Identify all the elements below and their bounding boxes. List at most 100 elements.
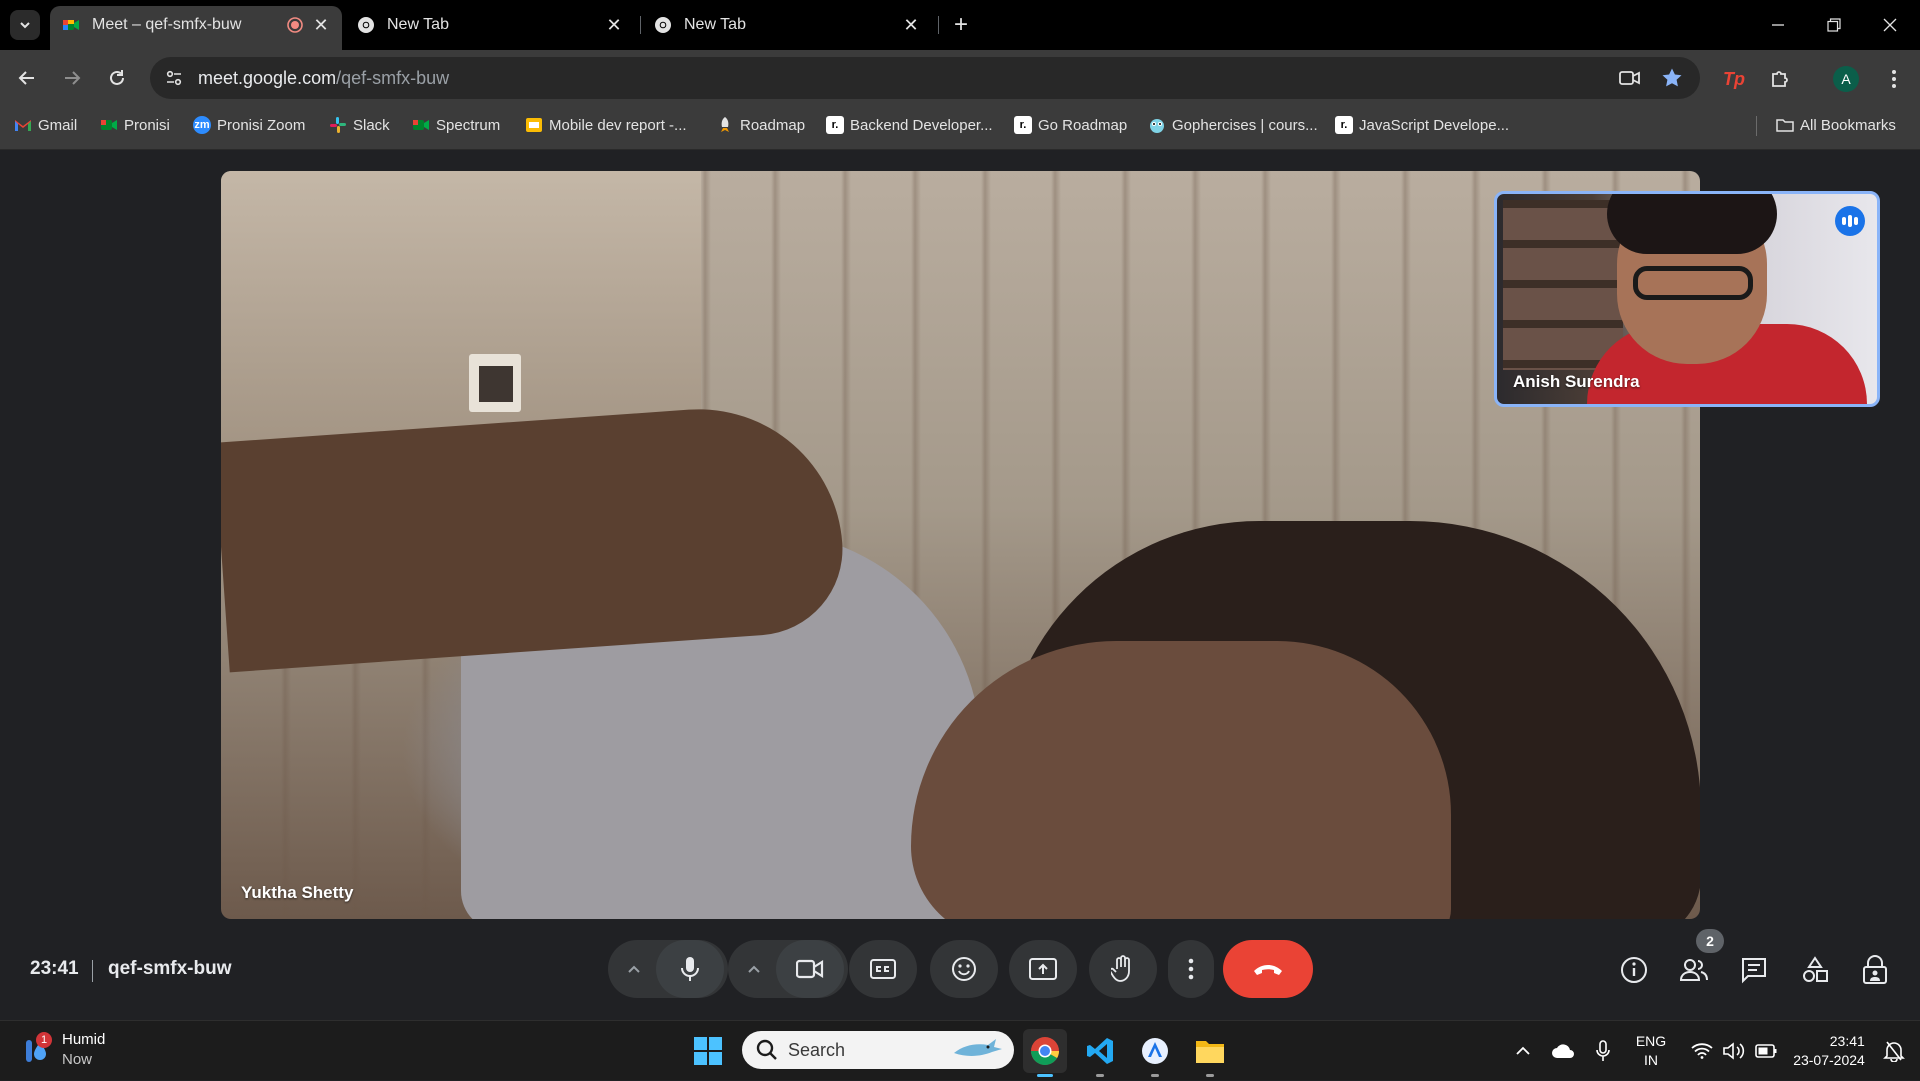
closed-captions-icon [870, 959, 896, 979]
url-text[interactable]: meet.google.com/qef-smfx-buw [198, 68, 449, 89]
bookmark-slack[interactable]: Slack [329, 108, 390, 142]
all-bookmarks-button[interactable]: All Bookmarks [1776, 108, 1896, 142]
bookmark-label: JavaScript Develope... [1359, 116, 1510, 134]
gmail-icon [15, 120, 31, 131]
address-bar[interactable]: meet.google.com/qef-smfx-buw [150, 57, 1700, 99]
camera-icon [796, 959, 824, 979]
close-tab-icon[interactable]: ✕ [605, 15, 623, 35]
tab-new-2[interactable]: New Tab ✕ [642, 6, 932, 44]
extensions-button[interactable] [1762, 61, 1798, 97]
audio-options-button[interactable] [612, 940, 656, 998]
taskbar-search-placeholder: Search [788, 1039, 846, 1060]
self-view-tile[interactable]: Anish Surendra [1494, 191, 1880, 407]
input-language-button[interactable]: ENG IN [1628, 1021, 1674, 1081]
people-button[interactable] [1674, 950, 1714, 990]
leave-call-button[interactable] [1223, 940, 1313, 998]
quick-settings-button[interactable] [1684, 1021, 1784, 1081]
taskbar-app-store[interactable] [1133, 1029, 1177, 1077]
slides-icon [526, 118, 542, 132]
restore-button[interactable] [1806, 0, 1862, 50]
running-indicator [1206, 1074, 1214, 1077]
bookmark-label: Spectrum [436, 116, 501, 134]
taskbar-search-box[interactable]: Search [742, 1031, 1014, 1069]
bookmark-roadmap[interactable]: Roadmap [716, 108, 805, 142]
close-tab-icon[interactable]: ✕ [902, 15, 920, 35]
bookmark-spectrum[interactable]: Spectrum [412, 108, 500, 142]
video-options-button[interactable] [732, 940, 776, 998]
bookmark-gophercises[interactable]: Gophercises | cours... [1148, 108, 1318, 142]
forward-button[interactable] [55, 61, 89, 95]
present-screen-button[interactable] [1009, 940, 1077, 998]
activities-button[interactable] [1795, 950, 1835, 990]
camera-button[interactable] [776, 940, 844, 998]
extension-tp-button[interactable]: Tp [1716, 61, 1752, 97]
running-indicator [1096, 1074, 1104, 1077]
vscode-icon [1087, 1038, 1113, 1064]
bookmark-label: Pronisi [124, 116, 170, 134]
running-indicator [1037, 1074, 1053, 1077]
microphone-tray-button[interactable] [1588, 1021, 1618, 1081]
microphone-button[interactable] [656, 940, 724, 998]
roadmap-icon: r. [826, 116, 844, 134]
more-options-button[interactable] [1168, 940, 1214, 998]
taskbar-chrome[interactable] [1023, 1029, 1067, 1077]
start-button[interactable] [686, 1029, 730, 1073]
volume-icon [1723, 1042, 1745, 1060]
taskbar-file-explorer[interactable] [1188, 1029, 1232, 1077]
audio-control-group [608, 940, 728, 998]
profile-button[interactable]: A [1828, 61, 1864, 97]
battery-icon [1755, 1044, 1777, 1058]
chevron-down-icon [20, 22, 30, 29]
captions-button[interactable] [849, 940, 917, 998]
weather-title: Humid [62, 1031, 106, 1048]
tp-extension-icon: Tp [1723, 68, 1745, 89]
reactions-button[interactable] [930, 940, 998, 998]
video-shelf [1503, 200, 1623, 370]
tab-new-1[interactable]: New Tab ✕ [345, 6, 635, 44]
site-info-button[interactable] [156, 60, 192, 96]
bookmark-gmail[interactable]: Gmail [14, 108, 77, 142]
video-arm [221, 399, 849, 673]
host-controls-button[interactable] [1855, 950, 1895, 990]
camera-in-use-button[interactable] [1612, 60, 1648, 96]
tab-meet[interactable]: Meet – qef-smfx-buw ✕ [50, 6, 342, 50]
raise-hand-button[interactable] [1089, 940, 1157, 998]
emoji-icon [952, 957, 976, 981]
new-tab-button[interactable]: + [945, 10, 977, 40]
close-window-button[interactable] [1862, 0, 1918, 50]
bookmark-go-roadmap[interactable]: r. Go Roadmap [1014, 108, 1127, 142]
weather-widget[interactable]: 1 Humid Now [22, 1030, 105, 1070]
bookmark-mobile-dev-report[interactable]: Mobile dev report -... [525, 108, 687, 142]
bookmark-pronisi-zoom[interactable]: zm Pronisi Zoom [193, 108, 305, 142]
tab-search-button[interactable] [10, 10, 40, 40]
running-indicator [1151, 1074, 1159, 1077]
main-participant-video[interactable]: Yuktha Shetty [221, 171, 1700, 919]
chat-icon [1742, 958, 1766, 984]
show-hidden-icons-button[interactable] [1508, 1021, 1538, 1081]
tab-separator [640, 16, 641, 34]
video-face [911, 641, 1451, 919]
minimize-button[interactable] [1750, 0, 1806, 50]
meet-icon [63, 20, 79, 30]
notifications-button[interactable] [1874, 1021, 1914, 1081]
close-tab-icon[interactable]: ✕ [312, 15, 330, 35]
bookmark-javascript-developer[interactable]: r. JavaScript Develope... [1335, 108, 1509, 142]
taskbar-vscode[interactable] [1078, 1029, 1122, 1077]
recording-icon [287, 17, 303, 33]
reload-button[interactable] [100, 61, 134, 95]
browser-menu-button[interactable] [1876, 61, 1912, 97]
back-button[interactable] [10, 61, 44, 95]
avatar: A [1833, 66, 1859, 92]
zoom-icon: zm [193, 116, 211, 134]
bookmark-label: Mobile dev report -... [549, 116, 687, 134]
bookmark-backend-developer[interactable]: r. Backend Developer... [826, 108, 993, 142]
roadmap-icon: r. [1014, 116, 1032, 134]
bookmark-star-button[interactable] [1654, 60, 1690, 96]
bookmark-pronisi[interactable]: Pronisi [100, 108, 170, 142]
weather-sub: Now [62, 1051, 93, 1068]
meeting-details-button[interactable] [1614, 950, 1654, 990]
meeting-info-divider [92, 960, 93, 982]
clock-button[interactable]: 23:41 23-07-2024 [1784, 1021, 1874, 1081]
chat-button[interactable] [1734, 950, 1774, 990]
onedrive-tray-button[interactable] [1548, 1021, 1578, 1081]
